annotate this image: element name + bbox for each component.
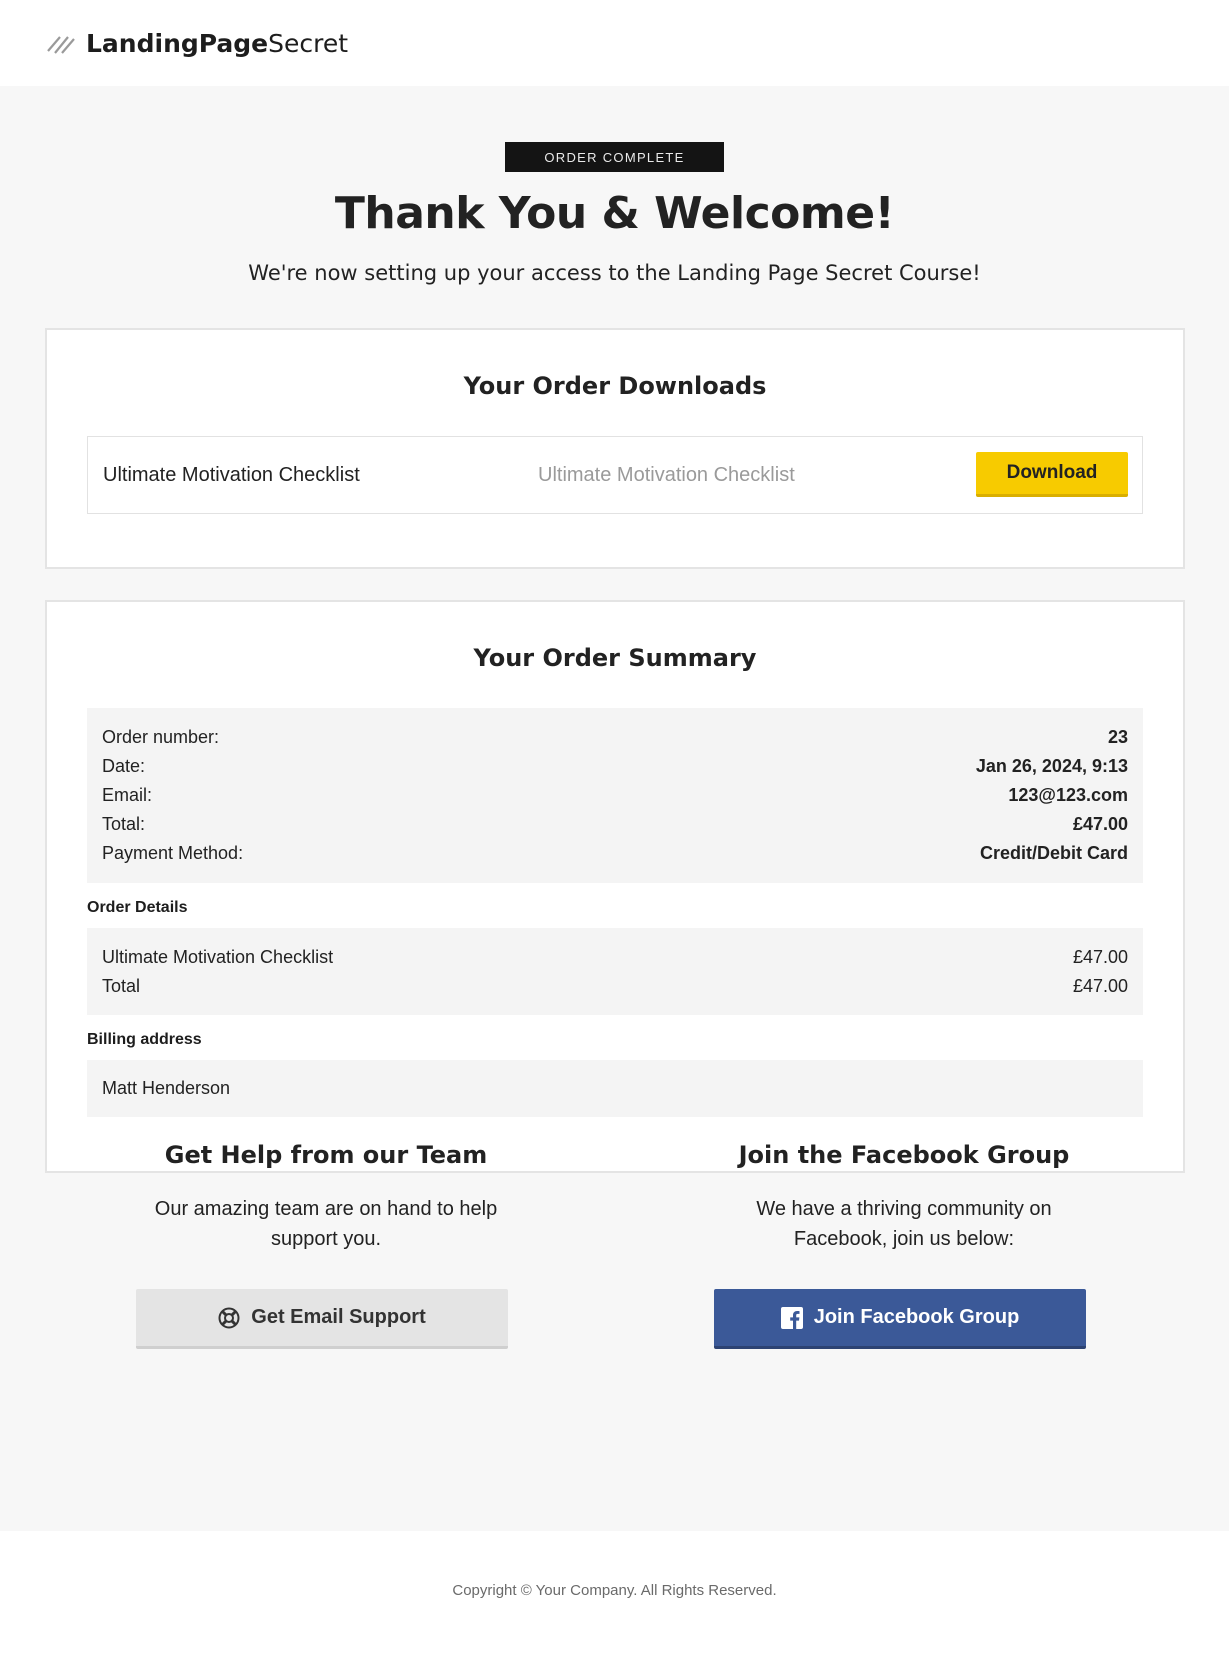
billing-address-heading: Billing address — [87, 1031, 202, 1048]
download-button[interactable]: Download — [976, 452, 1128, 497]
logo-text-light: Secret — [268, 28, 349, 58]
order-number-row: Order number: 23 — [102, 723, 1128, 752]
order-email-value: 123@123.com — [1008, 785, 1128, 805]
page-title: Thank You & Welcome! — [334, 188, 895, 239]
join-facebook-label: Join Facebook Group — [813, 1306, 1020, 1328]
download-row: Ultimate Motivation Checklist Ultimate M… — [87, 436, 1143, 514]
site-footer: Copyright © Your Company. All Rights Res… — [0, 1531, 1229, 1671]
order-number-label: Order number: — [102, 727, 220, 747]
facebook-section: Join the Facebook Group We have a thrivi… — [614, 1141, 1194, 1349]
downloads-title: Your Order Downloads — [463, 372, 767, 400]
order-total-value: £47.00 — [1072, 814, 1128, 834]
order-date-value: Jan 26, 2024, 9:13 — [975, 756, 1128, 776]
facebook-text: We have a thriving community on Facebook… — [756, 1198, 1052, 1250]
email-support-label: Get Email Support — [251, 1306, 426, 1328]
facebook-icon — [780, 1306, 803, 1329]
download-product-name: Ultimate Motivation Checklist — [103, 464, 360, 486]
order-number-value: 23 — [1107, 727, 1128, 747]
order-summary-card: Your Order Summary Order number: 23 Date… — [45, 600, 1185, 1173]
page-subtitle: We're now setting up your access to the … — [248, 261, 981, 285]
site-header: LandingPageSecret — [0, 0, 1229, 86]
order-details-heading: Order Details — [87, 899, 188, 916]
facebook-title: Join the Facebook Group — [738, 1141, 1070, 1169]
order-email-label: Email: — [102, 785, 153, 805]
order-email-row: Email: 123@123.com — [102, 781, 1128, 810]
order-downloads-card: Your Order Downloads Ultimate Motivation… — [45, 328, 1185, 569]
order-info-block: Order number: 23 Date: Jan 26, 2024, 9:1… — [87, 708, 1143, 883]
details-total-row: Total £47.00 — [102, 972, 1128, 1001]
line-item-row: Ultimate Motivation Checklist £47.00 — [102, 943, 1128, 972]
main-content: ORDER COMPLETE Thank You & Welcome! We'r… — [0, 86, 1229, 1531]
logo-text: LandingPageSecret — [86, 29, 348, 58]
details-total-label: Total — [102, 976, 141, 996]
payment-method-value: Credit/Debit Card — [979, 843, 1128, 863]
email-support-button[interactable]: Get Email Support — [136, 1289, 508, 1349]
join-facebook-button[interactable]: Join Facebook Group — [714, 1289, 1086, 1349]
logo-slash-icon — [47, 36, 75, 54]
payment-method-row: Payment Method: Credit/Debit Card — [102, 839, 1128, 868]
order-date-label: Date: — [102, 756, 146, 776]
order-date-row: Date: Jan 26, 2024, 9:13 — [102, 752, 1128, 781]
order-total-label: Total: — [102, 814, 146, 834]
billing-name: Matt Henderson — [102, 1078, 231, 1098]
line-item-name: Ultimate Motivation Checklist — [102, 947, 334, 967]
logo[interactable]: LandingPageSecret — [46, 29, 348, 58]
lifebuoy-icon — [218, 1307, 240, 1328]
download-file-name: Ultimate Motivation Checklist — [538, 464, 795, 486]
order-complete-badge: ORDER COMPLETE — [505, 142, 724, 172]
order-details-block: Ultimate Motivation Checklist £47.00 Tot… — [87, 928, 1143, 1015]
summary-title: Your Order Summary — [473, 644, 757, 672]
help-text: Our amazing team are on hand to help sup… — [154, 1198, 498, 1250]
line-item-price: £47.00 — [1072, 947, 1128, 967]
help-section: Get Help from our Team Our amazing team … — [36, 1141, 616, 1349]
billing-address-block: Matt Henderson — [87, 1060, 1143, 1117]
details-total-value: £47.00 — [1072, 976, 1128, 996]
copyright-text: Copyright © Your Company. All Rights Res… — [452, 1582, 777, 1599]
logo-text-bold: LandingPage — [86, 28, 269, 58]
payment-method-label: Payment Method: — [102, 843, 244, 863]
order-total-row: Total: £47.00 — [102, 810, 1128, 839]
help-title: Get Help from our Team — [164, 1141, 488, 1169]
